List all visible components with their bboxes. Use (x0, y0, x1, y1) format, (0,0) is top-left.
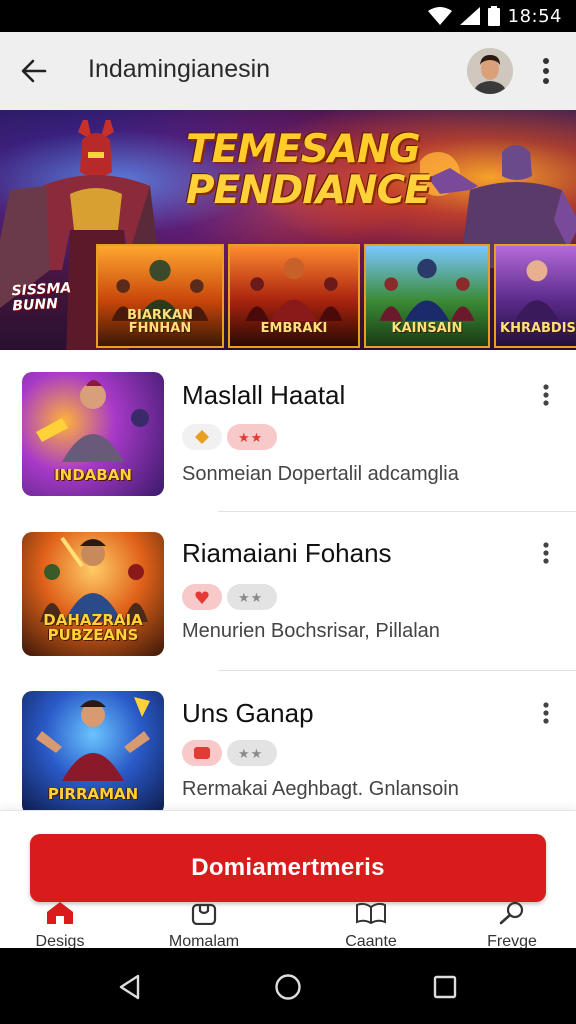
list-item[interactable]: PIRRAMAN Uns Ganap ★★ Rermakai Aeghbagt.… (0, 670, 576, 810)
system-home-button[interactable] (271, 970, 305, 1004)
game-thumbnail-label: DAHAZRAIA PUBZEANS (43, 610, 143, 645)
banner-card-label: EMBRAKI (260, 321, 328, 337)
more-vert-icon (543, 58, 549, 84)
game-list: INDABAN Maslall Haatal ★★ Sonmeian Doper… (0, 350, 576, 810)
back-arrow-icon (21, 59, 47, 83)
status-bar: 18:54 (0, 0, 576, 32)
nav-item-home[interactable]: Desigs (0, 901, 120, 950)
banner-card-label: KAINSAIN (391, 321, 463, 337)
game-title: Uns Ganap (182, 698, 314, 728)
nav-item-bag[interactable]: Momalam (144, 901, 264, 950)
system-back-button[interactable] (113, 970, 147, 1004)
home-icon (45, 901, 75, 925)
search-icon (497, 901, 527, 925)
list-item[interactable]: INDABAN Maslall Haatal ★★ Sonmeian Doper… (0, 350, 576, 510)
game-thumbnail[interactable]: INDABAN (22, 372, 164, 496)
more-vert-icon (543, 384, 549, 406)
bottom-panel: Domiamertmeris Desigs Momalam Caante Fre… (0, 810, 576, 950)
stars-icon: ★★ (238, 431, 263, 443)
system-nav-bar (0, 948, 576, 1024)
list-item[interactable]: DAHAZRAIA PUBZEANS Riamaiani Fohans ★★ M… (0, 510, 576, 670)
stars-icon: ★★ (238, 591, 263, 603)
back-button[interactable] (12, 49, 56, 93)
more-vert-icon (543, 542, 549, 564)
game-subtitle: Sonmeian Dopertalil adcamglia (182, 463, 459, 485)
featured-banner[interactable]: SISSMA BUNN TEMESANG PENDIANCE BIARKAN F… (0, 110, 576, 350)
stars-chip: ★★ (227, 424, 277, 450)
badge-icon (194, 747, 210, 759)
status-icons: 18:54 (427, 5, 562, 27)
banner-title-line2: PENDIANCE (186, 167, 431, 213)
svg-text:★★: ★★ (238, 591, 263, 603)
game-thumbnail-label: INDABAN (54, 466, 132, 485)
status-time: 18:54 (507, 5, 562, 27)
heart-icon (195, 591, 209, 604)
banner-card[interactable]: BIARKAN FHNHAN (96, 244, 224, 348)
square-recents-icon (433, 975, 457, 999)
stars-icon: ★★ (238, 747, 263, 759)
banner-left-label: SISSMA BUNN (11, 280, 72, 315)
game-thumbnail[interactable]: DAHAZRAIA PUBZEANS (22, 532, 164, 656)
item-more-button[interactable] (531, 378, 561, 412)
bag-icon (189, 901, 219, 925)
banner-card-art (515, 260, 559, 321)
banner-card[interactable]: KHRABDIS (494, 244, 576, 348)
banner-title-line1: TEMESANG (186, 127, 421, 172)
book-icon (356, 901, 386, 925)
item-more-button[interactable] (531, 696, 561, 730)
triangle-back-icon (119, 974, 140, 1000)
stars-chip: ★★ (227, 740, 277, 766)
user-avatar-image (467, 48, 513, 94)
avatar[interactable] (467, 48, 513, 94)
banner-card[interactable]: EMBRAKI (228, 244, 360, 348)
more-options-button[interactable] (528, 52, 564, 90)
item-more-button[interactable] (531, 536, 561, 570)
primary-cta-button[interactable]: Domiamertmeris (30, 834, 546, 902)
banner-card-art (245, 257, 343, 321)
nav-item-search[interactable]: Frevge (452, 901, 572, 950)
more-vert-icon (543, 702, 549, 724)
signal-icon (459, 7, 480, 25)
stars-chip: ★★ (227, 584, 277, 610)
rating-chip (182, 424, 222, 450)
game-thumbnail-art (36, 380, 149, 462)
banner-card[interactable]: KAINSAIN (364, 244, 490, 348)
rating-chip (182, 740, 222, 766)
app-bar: Indamingianesin (0, 32, 576, 110)
game-thumbnail-art (40, 536, 148, 622)
page-title: Indamingianesin (88, 55, 271, 83)
banner-card-label: BIARKAN FHNHAN (127, 307, 193, 337)
battery-icon (487, 6, 500, 26)
game-subtitle: Rermakai Aeghbagt. Gnlansoin (182, 778, 459, 800)
svg-text:★★: ★★ (238, 431, 263, 443)
nav-item-book[interactable]: Caante (311, 901, 431, 950)
wifi-icon (427, 7, 452, 25)
banner-card-art (379, 258, 475, 321)
rating-chip (182, 584, 222, 610)
svg-text:★★: ★★ (238, 747, 263, 759)
banner-card-label: KHRABDIS (500, 321, 576, 337)
game-title: Maslall Haatal (182, 380, 346, 410)
system-recents-button[interactable] (428, 970, 462, 1004)
game-thumbnail-art (36, 697, 150, 781)
badge-icon (195, 430, 209, 444)
game-thumbnail[interactable]: PIRRAMAN (22, 691, 164, 810)
game-title: Riamaiani Fohans (182, 538, 392, 568)
game-subtitle: Menurien Bochsrisar, Pillalan (182, 620, 440, 642)
game-thumbnail-label: PIRRAMAN (47, 785, 139, 804)
banner-title: TEMESANG PENDIANCE (186, 127, 431, 213)
circle-home-icon (275, 974, 301, 1000)
